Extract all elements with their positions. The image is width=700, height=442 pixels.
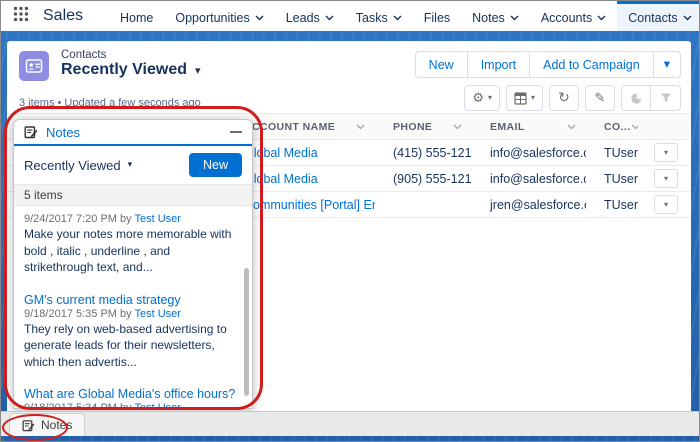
chevron-down-icon: [510, 15, 519, 21]
caret-down-icon: ▾: [664, 201, 668, 209]
refresh-icon: ↻: [558, 91, 570, 105]
nav-item-tasks[interactable]: Tasks: [345, 1, 413, 31]
account-name-link[interactable]: Global Media: [244, 172, 318, 186]
note-author-link[interactable]: Test User: [135, 308, 181, 320]
caret-down-icon: ▾: [195, 65, 201, 76]
nav-item-contacts[interactable]: Contacts: [617, 1, 700, 31]
phone-cell: (905) 555-1212: [375, 172, 472, 186]
note-title: GM's current media strategy: [24, 293, 238, 307]
chevron-down-icon: [631, 124, 638, 130]
row-actions-button[interactable]: ▾: [654, 143, 678, 162]
table-icon: [514, 92, 527, 105]
caret-down-icon: ▾: [488, 94, 492, 102]
notes-docked-panel: Notes Recently Viewed ▾ New 5 items 9/24…: [13, 119, 253, 409]
note-author-link[interactable]: Test User: [135, 213, 181, 225]
list-view-name: Recently Viewed: [61, 61, 187, 79]
charts-button[interactable]: [621, 85, 651, 111]
chevron-down-icon: [597, 15, 606, 21]
owner-cell: TUser: [586, 146, 648, 160]
minimize-button[interactable]: [230, 131, 242, 133]
nav-item-opportunities[interactable]: Opportunities: [164, 1, 274, 31]
list-summary: 3 items • Updated a few seconds ago: [19, 97, 201, 109]
nav-item-leads[interactable]: Leads: [275, 1, 345, 31]
dock-notes-tab[interactable]: Notes: [9, 413, 85, 436]
note-list-item[interactable]: What are Global Media's office hours? 9/…: [24, 387, 238, 408]
display-as-button[interactable]: ▾: [506, 85, 543, 111]
account-name-link[interactable]: Communities [Portal] Enab...: [244, 198, 375, 212]
list-settings-button[interactable]: ⚙ ▾: [464, 85, 500, 111]
chevron-down-icon: [453, 124, 462, 130]
utility-dock-bar: Notes: [1, 411, 699, 436]
disabled-tools: [621, 85, 681, 111]
chevron-down-icon: [393, 15, 402, 21]
chevron-down-icon: [255, 15, 264, 21]
caret-down-icon: ▾: [664, 175, 668, 183]
nav-item-accounts[interactable]: Accounts: [530, 1, 617, 31]
new-note-button[interactable]: New: [189, 153, 242, 177]
column-phone[interactable]: PHONE: [375, 121, 472, 133]
app-launcher-icon[interactable]: [13, 6, 29, 27]
pie-chart-icon: [630, 92, 643, 105]
note-list-item[interactable]: GM's current media strategy 9/18/2017 5:…: [24, 293, 238, 371]
chevron-down-icon: [356, 124, 365, 130]
filter-button[interactable]: [651, 85, 681, 111]
chevron-down-icon: [325, 15, 334, 21]
list-toolbar: ⚙ ▾ ▾ ↻ ✎: [464, 85, 681, 111]
note-meta: 9/18/2017 5:35 PM by Test User: [24, 308, 238, 320]
chevron-down-icon: [567, 124, 576, 130]
gear-icon: ⚙: [472, 92, 484, 105]
import-button[interactable]: Import: [467, 52, 529, 77]
caret-down-icon: ▾: [531, 94, 535, 102]
phone-cell: (415) 555-1212: [375, 146, 472, 160]
notes-list: 9/24/2017 7:20 PM by Test User Make your…: [14, 206, 252, 408]
dock-notes-label: Notes: [41, 418, 72, 432]
list-action-buttons: New Import Add to Campaign ▾: [415, 51, 681, 78]
account-name-link[interactable]: Global Media: [244, 146, 318, 160]
note-meta: 9/18/2017 5:34 PM by Test User: [24, 402, 238, 408]
owner-cell: TUser: [586, 198, 648, 212]
email-cell: info@salesforce.com: [472, 172, 586, 186]
filter-funnel-icon: [660, 92, 672, 104]
app-window: Sales Home Opportunities Leads Tasks Fil…: [0, 0, 700, 442]
notes-panel-controls: Recently Viewed ▾ New: [14, 146, 252, 184]
row-actions-button[interactable]: ▾: [654, 195, 678, 214]
list-view-header: Contacts Recently Viewed ▾ 3 items • Upd…: [7, 41, 691, 113]
new-button[interactable]: New: [416, 52, 467, 77]
column-email[interactable]: EMAIL: [472, 121, 586, 133]
email-cell: info@salesforce.com: [472, 146, 586, 160]
notes-panel-header[interactable]: Notes: [14, 120, 252, 146]
note-icon: [22, 419, 35, 432]
add-to-campaign-button[interactable]: Add to Campaign: [529, 52, 653, 77]
note-title: What are Global Media's office hours?: [24, 387, 238, 401]
note-body: Make your notes more memorable with bold…: [24, 226, 238, 276]
owner-cell: TUser: [586, 172, 648, 186]
caret-down-icon: ▾: [664, 149, 668, 157]
notes-item-count: 5 items: [14, 184, 252, 206]
more-actions-caret-button[interactable]: ▾: [653, 52, 680, 77]
note-body: They rely on web-based advertising to ge…: [24, 321, 238, 371]
note-list-item[interactable]: 9/24/2017 7:20 PM by Test User Make your…: [24, 213, 238, 276]
email-cell: jren@salesforce.com: [472, 198, 586, 212]
notes-panel-title: Notes: [46, 125, 80, 140]
nav-item-notes[interactable]: Notes: [461, 1, 530, 31]
app-name: Sales: [43, 7, 83, 25]
row-actions-button[interactable]: ▾: [654, 169, 678, 188]
nav-item-files[interactable]: Files: [413, 1, 461, 31]
pencil-icon: ✎: [595, 92, 606, 105]
caret-down-icon: ▾: [128, 161, 133, 170]
column-contact-owner[interactable]: CO...: [586, 121, 648, 133]
note-meta: 9/24/2017 7:20 PM by Test User: [24, 213, 238, 225]
note-icon: [24, 125, 38, 139]
notes-view-selector[interactable]: Recently Viewed ▾: [24, 158, 132, 173]
contacts-entity-icon: [19, 51, 49, 81]
nav-item-home[interactable]: Home: [109, 1, 164, 31]
notes-scrollbar-thumb[interactable]: [244, 268, 249, 396]
chevron-down-icon: [683, 15, 692, 21]
refresh-button[interactable]: ↻: [549, 85, 579, 111]
edit-button[interactable]: ✎: [585, 85, 615, 111]
note-author-link[interactable]: Test User: [135, 402, 181, 408]
global-nav: Sales Home Opportunities Leads Tasks Fil…: [1, 1, 699, 31]
